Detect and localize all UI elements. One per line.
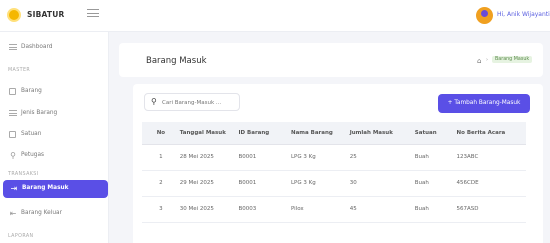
brand-logo bbox=[7, 8, 21, 22]
box-icon bbox=[9, 88, 17, 96]
add-barang-masuk-button[interactable]: + Tambah Barang-Masuk bbox=[438, 94, 530, 113]
menu-toggle-icon[interactable] bbox=[87, 9, 99, 21]
sidebar-item-satuan[interactable]: Satuan bbox=[0, 128, 109, 144]
cell-satuan: Buah bbox=[414, 170, 453, 197]
page-title: Barang Masuk bbox=[146, 56, 207, 66]
sidebar-section-master: MASTER bbox=[8, 68, 31, 73]
cell-nama-barang: LPG 3 Kg bbox=[290, 170, 350, 197]
cell-no-berita-acara: 123ABC bbox=[452, 144, 526, 171]
breadcrumb-current: Barang Masuk bbox=[492, 56, 533, 63]
app-name: SIBATUR bbox=[27, 10, 65, 19]
sidebar-item-petugas[interactable]: ⚲ Petugas bbox=[0, 149, 109, 165]
cell-no: 3 bbox=[142, 196, 180, 223]
search-input[interactable] bbox=[162, 98, 236, 108]
sidebar-item-dashboard[interactable]: Dashboard bbox=[0, 41, 109, 57]
column-header-no[interactable]: No bbox=[142, 122, 180, 145]
barang-masuk-table: No Tanggal Masuk ID Barang Nama Barang J… bbox=[142, 122, 526, 223]
breadcrumb-separator: › bbox=[486, 57, 488, 63]
search-box[interactable]: ⚲ bbox=[144, 93, 240, 111]
cell-no: 2 bbox=[142, 170, 180, 197]
table-header-row: No Tanggal Masuk ID Barang Nama Barang J… bbox=[142, 122, 526, 145]
home-icon[interactable]: ⌂ bbox=[477, 57, 481, 65]
column-header-no-berita-acara[interactable]: No Berita Acara bbox=[452, 122, 526, 145]
table-row: 2 29 Mei 2025 B0001 LPG 3 Kg 30 Buah 456… bbox=[142, 170, 526, 197]
page-header: Barang Masuk ⌂ › Barang Masuk bbox=[119, 43, 543, 77]
sidebar-item-barang-keluar[interactable]: ⇤ Barang Keluar bbox=[0, 207, 109, 223]
sidebar-item-jenis-barang[interactable]: Jenis Barang bbox=[0, 107, 109, 123]
cell-no-berita-acara: 567ASD bbox=[452, 196, 526, 223]
avatar[interactable] bbox=[476, 7, 493, 24]
table-row: 1 28 Mei 2025 B0001 LPG 3 Kg 25 Buah 123… bbox=[142, 144, 526, 171]
cell-tanggal-masuk: 29 Mei 2025 bbox=[179, 170, 239, 197]
dashboard-icon bbox=[9, 44, 17, 52]
cell-nama-barang: LPG 3 Kg bbox=[290, 144, 350, 171]
column-header-tanggal-masuk[interactable]: Tanggal Masuk bbox=[179, 122, 239, 145]
user-icon: ⚲ bbox=[10, 151, 16, 160]
cell-tanggal-masuk: 28 Mei 2025 bbox=[179, 144, 239, 171]
cell-jumlah-masuk: 30 bbox=[349, 170, 415, 197]
user-greeting[interactable]: Hi, Anik Wijayanti bbox=[497, 11, 550, 18]
cell-id-barang: B0001 bbox=[238, 170, 291, 197]
inbox-out-icon: ⇤ bbox=[9, 209, 17, 218]
inbox-in-icon: ⇥ bbox=[10, 184, 18, 193]
cell-no: 1 bbox=[142, 144, 180, 171]
column-header-satuan[interactable]: Satuan bbox=[414, 122, 453, 145]
cell-jumlah-masuk: 25 bbox=[349, 144, 415, 171]
search-icon: ⚲ bbox=[151, 97, 157, 106]
cell-id-barang: B0003 bbox=[238, 196, 291, 223]
column-header-id-barang[interactable]: ID Barang bbox=[238, 122, 291, 145]
cell-no-berita-acara: 456CDE bbox=[452, 170, 526, 197]
cell-tanggal-masuk: 30 Mei 2025 bbox=[179, 196, 239, 223]
sidebar-item-barang[interactable]: Barang bbox=[0, 85, 109, 101]
column-header-nama-barang[interactable]: Nama Barang bbox=[290, 122, 350, 145]
cell-jumlah-masuk: 45 bbox=[349, 196, 415, 223]
table-row: 3 30 Mei 2025 B0003 Pilox 45 Buah 567ASD bbox=[142, 196, 526, 223]
sidebar-section-transaksi: TRANSAKSI bbox=[8, 172, 39, 177]
sidebar-item-barang-masuk[interactable]: ⇥ Barang Masuk bbox=[3, 180, 108, 198]
sidebar: Dashboard MASTER Barang Jenis Barang Sat… bbox=[0, 32, 109, 243]
topbar: SIBATUR Hi, Anik Wijayanti bbox=[0, 0, 550, 32]
sidebar-section-laporan: LAPORAN bbox=[8, 234, 34, 239]
list-icon bbox=[9, 110, 17, 118]
cell-nama-barang: Pilox bbox=[290, 196, 350, 223]
cell-id-barang: B0001 bbox=[238, 144, 291, 171]
cell-satuan: Buah bbox=[414, 196, 453, 223]
column-header-jumlah-masuk[interactable]: Jumlah Masuk bbox=[349, 122, 415, 145]
unit-icon bbox=[9, 131, 17, 139]
cell-satuan: Buah bbox=[414, 144, 453, 171]
